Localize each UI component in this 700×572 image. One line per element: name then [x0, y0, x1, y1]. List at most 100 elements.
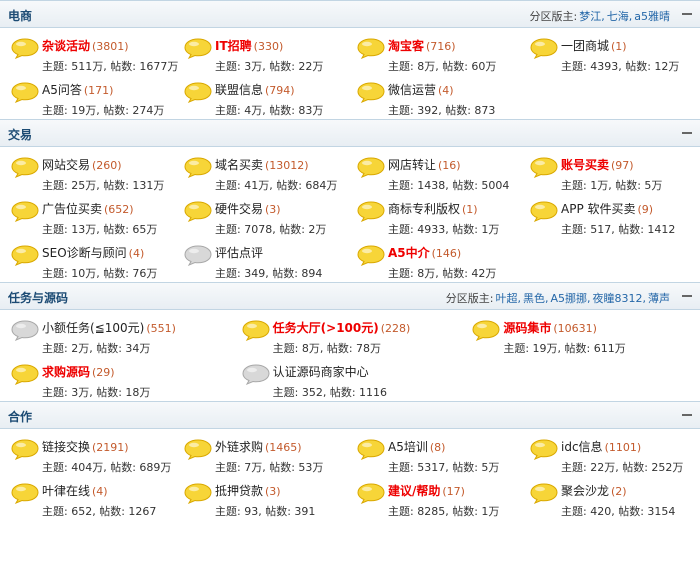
forum-name-link[interactable]: 淘宝客 — [388, 39, 424, 53]
speech-bubble-icon[interactable] — [529, 482, 559, 504]
today-post-count: (1) — [462, 203, 478, 216]
forum-item: 抵押贷款 (3) 主题: 93, 帖数: 391 — [177, 473, 350, 518]
forum-item: 小额任务(≦100元) (551) 主题: 2万, 帖数: 34万 — [4, 310, 235, 355]
moderator-link[interactable]: a5雅晴 — [634, 10, 670, 23]
forum-stats: 主题: 4393, 帖数: 12万 — [561, 60, 680, 73]
forum-name-link[interactable]: 求购源码 — [42, 365, 90, 379]
moderator-link[interactable]: 夜瞳8312, — [593, 292, 647, 305]
speech-bubble-icon[interactable] — [10, 363, 40, 385]
speech-bubble-icon[interactable] — [183, 156, 213, 178]
today-post-count: (3801) — [92, 40, 129, 53]
forum-info: 外链求购 (1465) 主题: 7万, 帖数: 53万 — [215, 438, 323, 475]
forum-info: 商标专利版权 (1) 主题: 4933, 帖数: 1万 — [388, 200, 499, 237]
forum-item: 联盟信息 (794) 主题: 4万, 帖数: 83万 — [177, 72, 350, 117]
speech-bubble-icon[interactable] — [10, 37, 40, 59]
speech-bubble-icon[interactable] — [10, 319, 40, 341]
forum-item: A5问答 (171) 主题: 19万, 帖数: 274万 — [4, 72, 177, 117]
forum-name-link[interactable]: 商标专利版权 — [388, 202, 460, 216]
forum-item: 网站交易 (260) 主题: 25万, 帖数: 131万 — [4, 147, 177, 192]
forum-name-link[interactable]: A5中介 — [388, 246, 430, 260]
collapse-icon[interactable] — [682, 414, 692, 416]
forum-name-link[interactable]: 账号买卖 — [561, 158, 609, 172]
speech-bubble-icon[interactable] — [529, 37, 559, 59]
speech-bubble-icon[interactable] — [183, 438, 213, 460]
forum-name-link[interactable]: 认证源码商家中心 — [273, 365, 369, 379]
forum-name-link[interactable]: 聚会沙龙 — [561, 484, 609, 498]
section-title[interactable]: 合作 — [8, 408, 32, 425]
moderator-link[interactable]: 薄声 — [648, 292, 670, 305]
forum-name-link[interactable]: 域名买卖 — [215, 158, 263, 172]
speech-bubble-icon[interactable] — [356, 244, 386, 266]
forum-name-link[interactable]: SEO诊断与顾问 — [42, 246, 127, 260]
speech-bubble-icon[interactable] — [529, 200, 559, 222]
forum-name-link[interactable]: 外链求购 — [215, 440, 263, 454]
speech-bubble-icon[interactable] — [183, 200, 213, 222]
forum-name-link[interactable]: A5培训 — [388, 440, 428, 454]
speech-bubble-icon[interactable] — [356, 482, 386, 504]
speech-bubble-icon[interactable] — [183, 37, 213, 59]
forum-name-link[interactable]: 抵押贷款 — [215, 484, 263, 498]
moderator-link[interactable]: 梦江, — [579, 10, 605, 23]
moderator-link[interactable]: 叶超, — [495, 292, 521, 305]
speech-bubble-icon[interactable] — [10, 438, 40, 460]
section-title[interactable]: 交易 — [8, 126, 32, 143]
forum-name-link[interactable]: 网站交易 — [42, 158, 90, 172]
speech-bubble-icon[interactable] — [10, 200, 40, 222]
speech-bubble-icon[interactable] — [529, 156, 559, 178]
forum-name-link[interactable]: 网店转让 — [388, 158, 436, 172]
forum-name-link[interactable]: 广告位买卖 — [42, 202, 102, 216]
forum-name-link[interactable]: 微信运营 — [388, 83, 436, 97]
forum-info: A5中介 (146) 主题: 8万, 帖数: 42万 — [388, 244, 496, 281]
forum-name-link[interactable]: 链接交换 — [42, 440, 90, 454]
speech-bubble-icon[interactable] — [183, 244, 213, 266]
speech-bubble-icon[interactable] — [356, 37, 386, 59]
moderator-link[interactable]: A5挪挪, — [550, 292, 590, 305]
speech-bubble-icon[interactable] — [241, 319, 271, 341]
speech-bubble-icon[interactable] — [471, 319, 501, 341]
collapse-icon[interactable] — [682, 295, 692, 297]
forum-item: SEO诊断与顾问 (4) 主题: 10万, 帖数: 76万 — [4, 235, 177, 280]
speech-bubble-icon[interactable] — [10, 482, 40, 504]
speech-bubble-icon[interactable] — [10, 156, 40, 178]
forum-item: 广告位买卖 (652) 主题: 13万, 帖数: 65万 — [4, 191, 177, 236]
forum-name-link[interactable]: IT招聘 — [215, 39, 252, 53]
forum-name-link[interactable]: A5问答 — [42, 83, 82, 97]
section-header: 交易 — [0, 119, 700, 147]
forum-info: 认证源码商家中心 主题: 352, 帖数: 1116 — [273, 363, 387, 400]
forum-info: 杂谈活动 (3801) 主题: 511万, 帖数: 1677万 — [42, 37, 178, 74]
speech-bubble-icon[interactable] — [529, 438, 559, 460]
speech-bubble-icon[interactable] — [183, 81, 213, 103]
forum-name-link[interactable]: APP 软件买卖 — [561, 202, 636, 216]
forum-name-link[interactable]: 小额任务(≦100元) — [42, 321, 144, 335]
section-title[interactable]: 任务与源码 — [8, 289, 68, 306]
speech-bubble-icon[interactable] — [356, 156, 386, 178]
speech-bubble-icon[interactable] — [183, 482, 213, 504]
forum-item: IT招聘 (330) 主题: 3万, 帖数: 22万 — [177, 28, 350, 73]
collapse-icon[interactable] — [682, 132, 692, 134]
forum-name-link[interactable]: 叶律在线 — [42, 484, 90, 498]
section-title[interactable]: 电商 — [8, 7, 32, 24]
forum-name-link[interactable]: 源码集市 — [503, 321, 551, 335]
forum-name-link[interactable]: 杂谈活动 — [42, 39, 90, 53]
forum-name-link[interactable]: 一团商城 — [561, 39, 609, 53]
speech-bubble-icon[interactable] — [241, 363, 271, 385]
speech-bubble-icon[interactable] — [10, 81, 40, 103]
moderator-link[interactable]: 七海, — [607, 10, 633, 23]
moderators-label: 分区版主: — [529, 10, 578, 23]
forum-name-link[interactable]: idc信息 — [561, 440, 603, 454]
forum-name-link[interactable]: 任务大厅(>100元) — [273, 321, 379, 335]
forum-name-link[interactable]: 建议/帮助 — [388, 484, 440, 498]
collapse-icon[interactable] — [682, 13, 692, 15]
forum-item: 一团商城 (1) 主题: 4393, 帖数: 12万 — [523, 28, 696, 73]
speech-bubble-icon[interactable] — [356, 438, 386, 460]
forum-name-link[interactable]: 联盟信息 — [215, 83, 263, 97]
forum-name-link[interactable]: 硬件交易 — [215, 202, 263, 216]
today-post-count: (17) — [442, 485, 465, 498]
moderator-link[interactable]: 黑色, — [523, 292, 549, 305]
speech-bubble-icon[interactable] — [356, 81, 386, 103]
forum-name-link[interactable]: 评估点评 — [215, 246, 263, 260]
forum-stats: 主题: 420, 帖数: 3154 — [561, 505, 676, 518]
speech-bubble-icon[interactable] — [356, 200, 386, 222]
speech-bubble-icon[interactable] — [10, 244, 40, 266]
today-post-count: (330) — [253, 40, 284, 53]
